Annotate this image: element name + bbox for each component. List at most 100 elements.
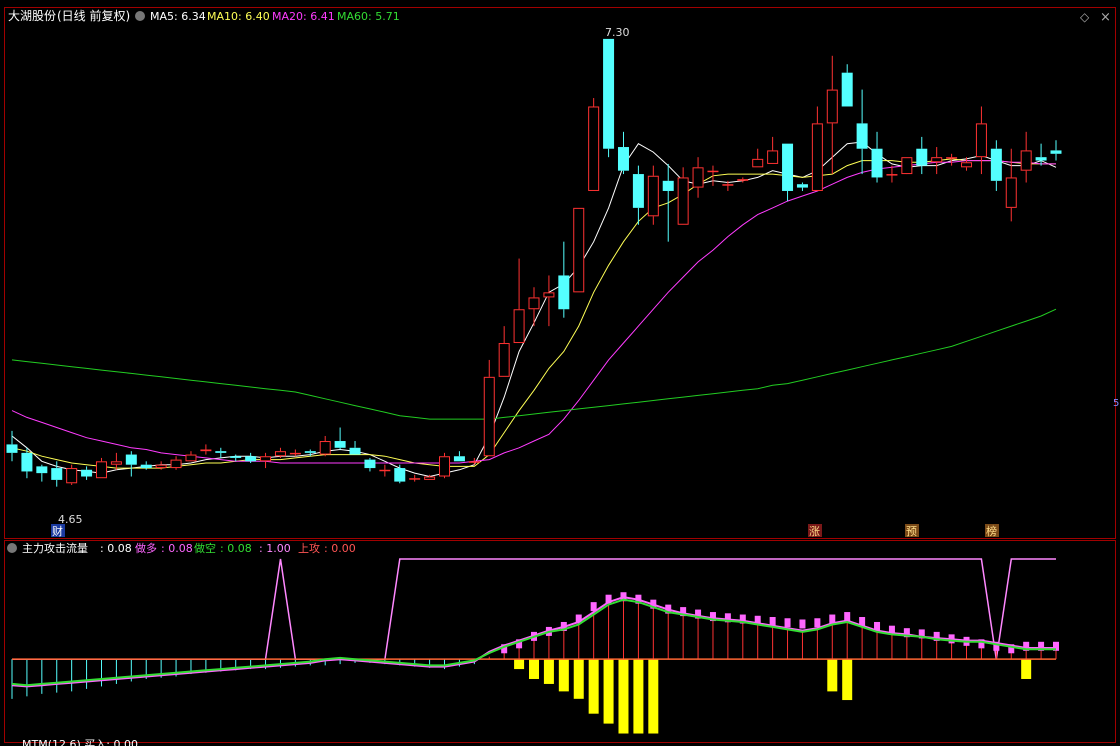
candle: [319, 435, 331, 457]
candle: [662, 163, 674, 242]
attack-bar: [784, 618, 791, 628]
candle: [215, 447, 227, 458]
bang-marker[interactable]: 榜: [986, 524, 997, 538]
candle: [617, 131, 629, 175]
zhang-marker[interactable]: 涨: [809, 525, 820, 538]
candle: [841, 64, 853, 107]
candle: [1020, 131, 1032, 183]
candle: [916, 136, 928, 175]
candle: [66, 464, 78, 485]
candle: [483, 359, 495, 457]
kong-label: 做空: [194, 541, 216, 555]
candle-body: [737, 179, 749, 181]
candle: [632, 165, 644, 225]
candle-body: [319, 441, 331, 455]
candle: [543, 275, 555, 327]
candle-body: [185, 454, 197, 462]
candle-body: [647, 175, 659, 217]
candle-body: [841, 72, 853, 107]
candle: [260, 452, 272, 469]
candle: [185, 451, 197, 462]
candle: [36, 464, 48, 482]
price-panel-border: [4, 7, 1116, 539]
panel-frame: [4, 7, 1116, 743]
candle: [364, 457, 376, 472]
candle-body: [424, 476, 436, 480]
candle-body: [155, 464, 167, 469]
high-price-label: 7.30: [605, 26, 630, 39]
candle: [528, 287, 540, 327]
retreat-bar: [529, 659, 539, 679]
candle-body: [677, 177, 689, 225]
retreat-bar: [573, 659, 584, 699]
candle-body: [1005, 177, 1017, 208]
candle-body: [81, 469, 93, 477]
candle: [409, 474, 421, 482]
candle-body: [975, 123, 987, 158]
candle-body: [468, 461, 480, 463]
candle-body: [767, 150, 779, 164]
candle-body: [901, 157, 913, 175]
candle-body: [528, 297, 540, 310]
yu-marker[interactable]: 预: [906, 525, 917, 538]
candle: [230, 454, 242, 462]
candle-body: [1035, 157, 1047, 161]
candle-body: [961, 162, 973, 168]
candle: [782, 143, 794, 202]
candle-body: [931, 157, 943, 163]
stock-name: 大湖股份: [8, 8, 56, 23]
candle-body: [304, 451, 316, 453]
candle: [289, 449, 301, 457]
dropdown-icon[interactable]: [135, 11, 145, 21]
candle-body: [125, 454, 137, 465]
candle-body: [692, 167, 704, 188]
candle: [767, 136, 779, 164]
candle-body: [826, 89, 838, 124]
candle-body: [573, 207, 585, 293]
candle-body: [245, 456, 257, 462]
candlestick-series[interactable]: [6, 38, 1062, 487]
candle: [752, 148, 764, 168]
duo-label: 做多: [135, 541, 157, 555]
candle: [1005, 148, 1017, 222]
indicator-series[interactable]: [11, 558, 1059, 734]
candle-body: [752, 158, 764, 168]
candle: [95, 457, 107, 479]
candle: [603, 38, 615, 158]
candle: [81, 466, 93, 480]
attack-bar: [814, 618, 821, 628]
cai-marker[interactable]: 财: [52, 524, 63, 538]
candle-body: [51, 468, 63, 480]
retreat-bar: [603, 659, 614, 724]
candle-body: [513, 309, 525, 344]
ma20-value: MA20: 6.41: [272, 10, 335, 23]
candle-body: [289, 452, 301, 455]
stock-chart[interactable]: 大湖股份 (日线 前复权) MA5: 6.34 MA10: 6.40 MA20:…: [0, 0, 1120, 746]
candle-body: [379, 469, 391, 472]
indicator-dropdown-icon[interactable]: [7, 543, 17, 553]
bottom-panel-label: MTM(12,6) 买入: 0.00: [22, 738, 138, 746]
candle-body: [200, 449, 212, 452]
candle-body: [856, 123, 868, 149]
candle-body: [36, 466, 48, 474]
diamond-icon[interactable]: ◇: [1080, 10, 1090, 24]
attack-bar: [799, 619, 806, 629]
candle-body: [498, 343, 510, 377]
candle-body: [543, 292, 555, 298]
candle-body: [394, 468, 406, 482]
candle-body: [483, 376, 495, 457]
retreat-bar: [588, 659, 599, 714]
candle: [1050, 140, 1062, 161]
candle-body: [946, 157, 958, 159]
close-icon[interactable]: ×: [1100, 10, 1111, 25]
gong-value: : 0.00: [324, 542, 356, 555]
ma10-value: MA10: 6.40: [207, 10, 270, 23]
candle-body: [811, 123, 823, 191]
extra-value: : 1.00: [259, 542, 291, 555]
candle-body: [170, 459, 182, 469]
candle-body: [260, 456, 272, 462]
candle-body: [349, 447, 361, 455]
candle-body: [632, 174, 644, 208]
candle: [439, 452, 451, 479]
candle-body: [409, 478, 421, 480]
